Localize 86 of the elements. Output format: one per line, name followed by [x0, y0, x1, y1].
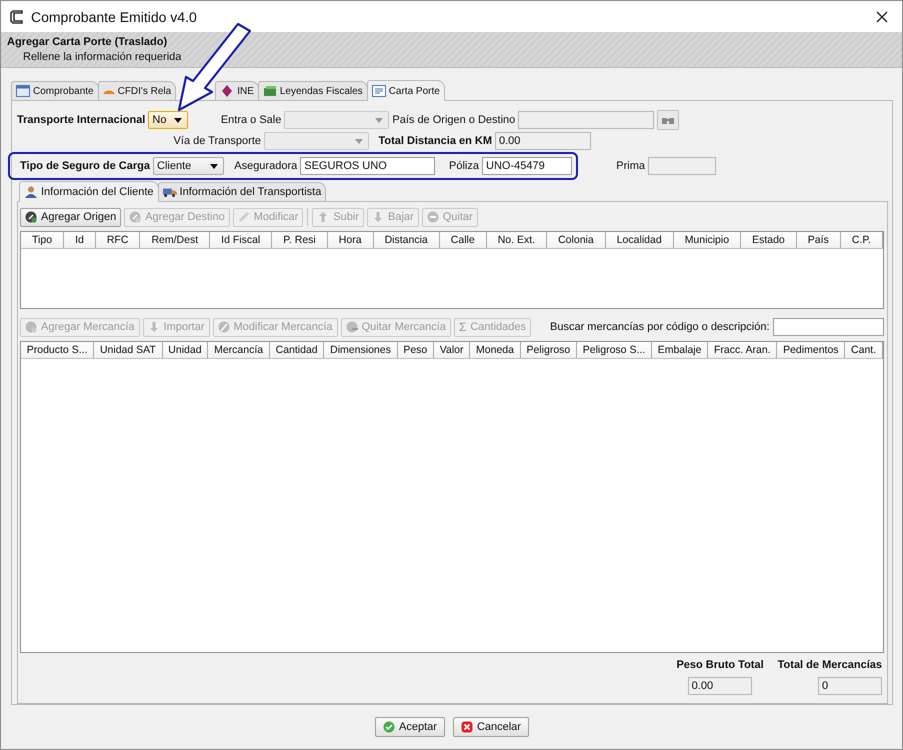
binoculars-icon [662, 115, 674, 125]
column-header[interactable]: Unidad SAT [94, 342, 163, 358]
close-icon[interactable] [876, 10, 888, 22]
column-header[interactable]: P. Resi [272, 232, 328, 248]
column-header[interactable]: Calle [440, 232, 487, 248]
card-icon [372, 85, 386, 97]
down-arrow-icon [372, 211, 384, 223]
window-icon [16, 85, 30, 97]
tab[interactable]: CFDI's Rela [98, 81, 176, 100]
accept-button[interactable]: Aceptar [375, 717, 445, 737]
input-field[interactable]: UNO-45479 [482, 157, 572, 175]
column-header[interactable]: Municipio [674, 232, 742, 248]
column-header[interactable]: Moneda [470, 342, 521, 358]
column-header[interactable]: Rem/Dest [140, 232, 210, 248]
field-label: Aseguradora [233, 160, 298, 172]
field-label: Transporte Internacional [17, 114, 146, 126]
field-label: Póliza [448, 160, 479, 172]
edit-icon [218, 321, 230, 333]
column-header[interactable]: Id [64, 232, 96, 248]
truck-icon [162, 186, 177, 198]
toolbar-button[interactable]: Agregar Origen [20, 208, 122, 226]
header-title: Agregar Carta Porte (Traslado) [7, 36, 168, 48]
caret-icon [174, 118, 182, 122]
column-header[interactable]: Pedimentos [777, 342, 846, 358]
column-header[interactable]: Unidad [162, 342, 208, 358]
tab[interactable]: Comprobante [11, 81, 99, 100]
dropdown[interactable]: No [148, 111, 188, 129]
column-header[interactable]: Distancia [374, 232, 440, 248]
caret-icon [375, 118, 384, 122]
column-header[interactable]: Dimensiones [324, 342, 398, 358]
search-button[interactable] [657, 110, 680, 130]
input-field[interactable]: SEGUROS UNO [300, 157, 435, 175]
pencil-icon [238, 211, 250, 223]
column-header[interactable]: Producto S... [21, 342, 94, 358]
column-header[interactable]: Colonia [547, 232, 606, 248]
stack-icon [262, 85, 277, 97]
column-header[interactable]: Valor [434, 342, 470, 358]
tab[interactable]: Carta Porte [366, 80, 445, 101]
total-label: Total de Mercancías [778, 659, 882, 671]
column-header[interactable]: Fracc. Aran. [708, 342, 778, 358]
tab[interactable]: INE [215, 81, 259, 100]
person-icon [24, 186, 38, 198]
column-header[interactable]: Localidad [606, 232, 674, 248]
column-header[interactable]: Hora [328, 232, 374, 248]
field-label: Tipo de Seguro de Carga [20, 160, 150, 172]
diamond-icon [220, 85, 234, 97]
window-title: Comprobante Emitido v4.0 [31, 8, 198, 24]
column-header[interactable]: No. Ext. [486, 232, 548, 248]
minus-icon [426, 211, 439, 223]
field-label: Vía de Transporte [172, 135, 261, 147]
total-field: 0 [818, 677, 882, 695]
check-icon [383, 721, 396, 733]
column-header[interactable]: RFC [96, 232, 140, 248]
tab[interactable]: Leyendas Fiscales [258, 81, 368, 100]
column-header[interactable]: Embalaje [652, 342, 708, 358]
column-header[interactable]: Peso [398, 342, 434, 358]
column-header[interactable]: Id Fiscal [210, 232, 272, 248]
field-label: País de Origen o Destino [392, 114, 516, 126]
tab[interactable]: Información del Cliente [19, 181, 159, 202]
column-header[interactable]: Peligroso [520, 342, 577, 358]
column-header[interactable]: Cant. [845, 342, 883, 358]
tab[interactable]: Información del Transportista [158, 182, 326, 201]
app-icon [9, 8, 25, 24]
column-header[interactable]: País [796, 232, 841, 248]
down-arrow-icon [148, 321, 160, 333]
column-header[interactable]: Mercancía [208, 342, 270, 358]
search-field[interactable] [772, 318, 884, 336]
column-header[interactable]: Cantidad [270, 342, 324, 358]
total-label: Peso Bruto Total [676, 659, 764, 671]
total-field: 0.00 [688, 677, 752, 695]
column-header[interactable]: Peligroso S... [577, 342, 652, 358]
field-label: Entra o Sale [220, 114, 282, 126]
column-header[interactable]: C.P. [840, 232, 883, 248]
cross-icon [460, 721, 473, 733]
up-arrow-icon [317, 211, 330, 223]
field-label: Total Distancia en KM [378, 135, 492, 147]
header-subtitle: Rellene la información requerida [22, 51, 182, 63]
column-header[interactable]: Estado [741, 232, 797, 248]
cancel-button[interactable]: Cancelar [452, 717, 529, 737]
field-label: Prima [615, 160, 645, 172]
column-header[interactable]: Tipo [21, 232, 64, 248]
caret-icon [355, 138, 363, 144]
sum-icon: Σ [458, 320, 466, 334]
search-label: Buscar mercancías por código o descripción: [550, 321, 770, 333]
caret-icon [210, 164, 218, 168]
dropdown[interactable]: Cliente [153, 157, 224, 175]
